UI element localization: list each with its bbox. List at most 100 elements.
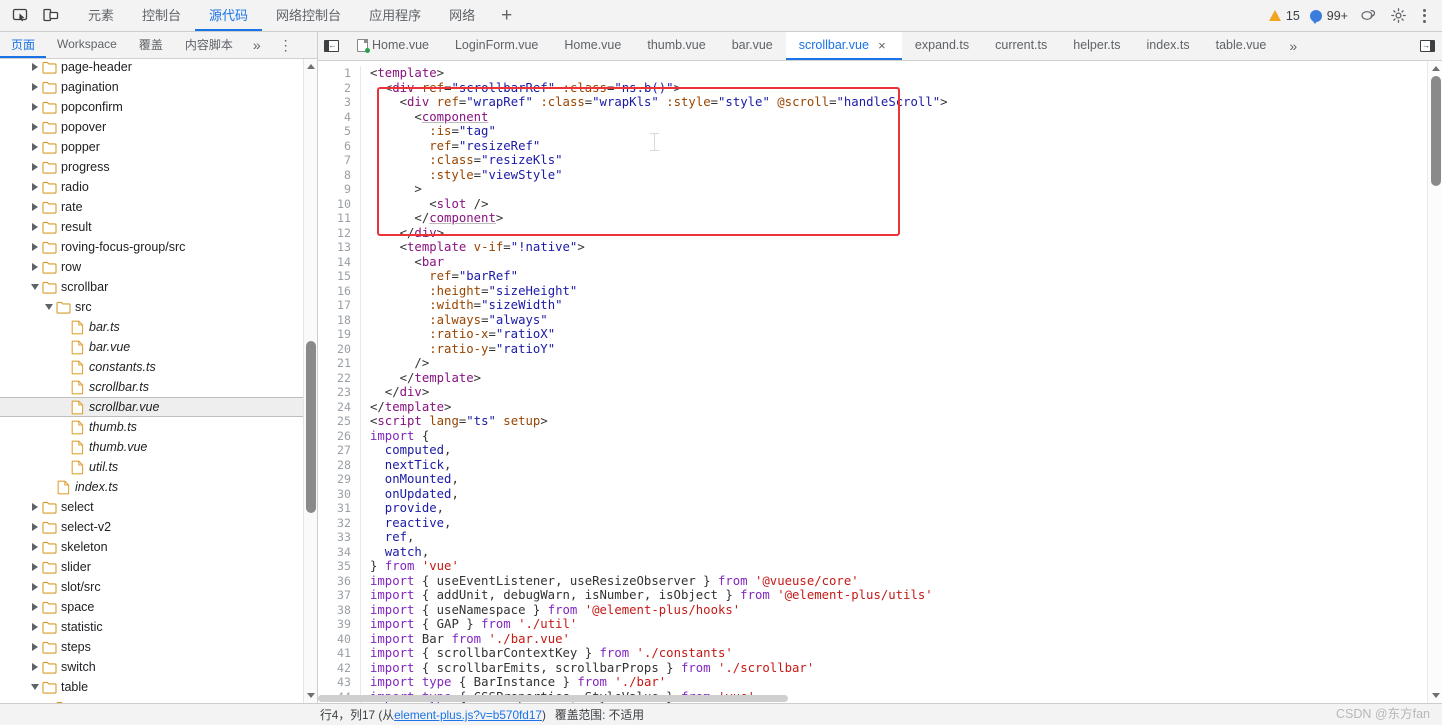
tab-sources[interactable]: 源代码 [195,0,263,31]
line-number[interactable]: 17 [318,298,360,313]
line-number[interactable]: 43 [318,675,360,690]
tree-folder-popper[interactable]: popper [0,137,303,157]
chevron-right-icon[interactable] [28,503,41,511]
inspect-element-icon[interactable] [6,3,34,29]
line-number[interactable]: 14 [318,255,360,270]
kebab-menu-icon[interactable] [1415,5,1434,27]
tree-file-util-ts[interactable]: util.ts [0,457,303,477]
device-toolbar-icon[interactable] [36,3,64,29]
line-number[interactable]: 1 [318,66,360,81]
tree-file-scrollbar-ts[interactable]: scrollbar.ts [0,377,303,397]
tree-folder-slider[interactable]: slider [0,557,303,577]
file-tabs-overflow-icon[interactable]: » [1279,32,1307,60]
line-number[interactable]: 34 [318,545,360,560]
chevron-right-icon[interactable] [28,203,41,211]
code-line-text[interactable]: nextTick, [360,457,1427,472]
code-line-text[interactable]: <script lang="ts" setup> [360,414,1427,429]
line-number[interactable]: 20 [318,342,360,357]
code-line-text[interactable]: <div ref="scrollbarRef" :class="ns.b()"> [360,80,1427,95]
message-badge[interactable]: 99+ [1307,9,1351,24]
scrollbar-thumb[interactable] [306,341,316,513]
chevron-right-icon[interactable] [28,63,41,71]
scrollbar-thumb[interactable] [1430,76,1441,186]
tree-folder-select[interactable]: select [0,497,303,517]
file-tab-bar-vue[interactable]: bar.vue [719,32,786,60]
code-line-text[interactable]: watch, [360,544,1427,559]
file-tab-loginform-vue[interactable]: LoginForm.vue [442,32,551,60]
code-line-text[interactable]: ref="barRef" [360,269,1427,284]
code-line-text[interactable]: :always="always" [360,312,1427,327]
open-drawer-icon[interactable]: ← [1412,32,1442,60]
tree-folder-rate[interactable]: rate [0,197,303,217]
line-number[interactable]: 18 [318,313,360,328]
tree-folder-statistic[interactable]: statistic [0,617,303,637]
tree-folder-scrollbar[interactable]: scrollbar [0,277,303,297]
line-number[interactable]: 9 [318,182,360,197]
tree-file-thumb-vue[interactable]: thumb.vue [0,437,303,457]
tree-folder-row[interactable]: row [0,257,303,277]
code-line-text[interactable]: <slot /> [360,196,1427,211]
tree-folder-space[interactable]: space [0,597,303,617]
line-number[interactable]: 30 [318,487,360,502]
line-number[interactable]: 27 [318,443,360,458]
line-number[interactable]: 41 [318,646,360,661]
code-line-text[interactable]: :ratio-x="ratioX" [360,327,1427,342]
code-line-text[interactable]: :is="tag" [360,124,1427,139]
line-number[interactable]: 2 [318,81,360,96]
code-line-text[interactable]: import Bar from './bar.vue' [360,631,1427,646]
line-number[interactable]: 8 [318,168,360,183]
code-line-text[interactable]: <component [360,109,1427,124]
code-line-text[interactable]: import { scrollbarEmits, scrollbarProps … [360,660,1427,675]
chevron-right-icon[interactable] [28,583,41,591]
close-icon[interactable]: × [875,38,889,53]
chevron-right-icon[interactable] [28,523,41,531]
line-number[interactable]: 11 [318,211,360,226]
scroll-up-arrow-icon[interactable] [307,64,315,69]
code-line-text[interactable]: ref, [360,530,1427,545]
line-number[interactable]: 26 [318,429,360,444]
code-line-text[interactable]: import { [360,428,1427,443]
line-number[interactable]: 12 [318,226,360,241]
subtab-content-scripts[interactable]: 内容脚本 [174,32,244,58]
chevron-right-icon[interactable] [28,603,41,611]
code-line-text[interactable]: reactive, [360,515,1427,530]
code-line-text[interactable]: <template> [360,66,1427,81]
line-number[interactable]: 6 [318,139,360,154]
tree-file-index-ts[interactable]: index.ts [0,477,303,497]
subtab-workspace[interactable]: Workspace [46,32,128,58]
line-number[interactable]: 32 [318,516,360,531]
tree-folder-slot-src[interactable]: slot/src [0,577,303,597]
source-file-link[interactable]: element-plus.js?v=b570fd17 [394,708,542,722]
line-number[interactable]: 21 [318,356,360,371]
code-line-text[interactable]: :class="resizeKls" [360,153,1427,168]
line-number[interactable]: 28 [318,458,360,473]
subtab-overrides[interactable]: 覆盖 [128,32,174,58]
code-line-text[interactable]: <template v-if="!native"> [360,240,1427,255]
tree-folder-steps[interactable]: steps [0,637,303,657]
line-number[interactable]: 33 [318,530,360,545]
code-line-text[interactable]: onUpdated, [360,486,1427,501]
code-line-text[interactable]: :ratio-y="ratioY" [360,341,1427,356]
line-number[interactable]: 19 [318,327,360,342]
code-line-text[interactable]: </template> [360,399,1427,414]
line-number[interactable]: 31 [318,501,360,516]
line-number[interactable]: 15 [318,269,360,284]
code-editor[interactable]: 1 <template> 2 <div ref="scrollbarRef" :cl… [318,61,1442,703]
file-tab-helper-ts[interactable]: helper.ts [1060,32,1133,60]
chevron-right-icon[interactable] [28,163,41,171]
line-number[interactable]: 42 [318,661,360,676]
line-number[interactable]: 16 [318,284,360,299]
file-tab-table-vue[interactable]: table.vue [1203,32,1280,60]
file-tab-index-ts[interactable]: index.ts [1134,32,1203,60]
chevron-down-icon[interactable] [28,284,41,290]
warning-badge[interactable]: 15 [1266,9,1303,23]
scroll-down-arrow-icon[interactable] [1431,693,1440,698]
line-number[interactable]: 25 [318,414,360,429]
code-line-text[interactable]: </template> [360,370,1427,385]
scroll-up-arrow-icon[interactable] [1431,66,1440,71]
chevron-right-icon[interactable] [28,103,41,111]
chevron-right-icon[interactable] [28,223,41,231]
line-number[interactable]: 10 [318,197,360,212]
chevron-right-icon[interactable] [28,543,41,551]
code-line-text[interactable]: </div> [360,385,1427,400]
